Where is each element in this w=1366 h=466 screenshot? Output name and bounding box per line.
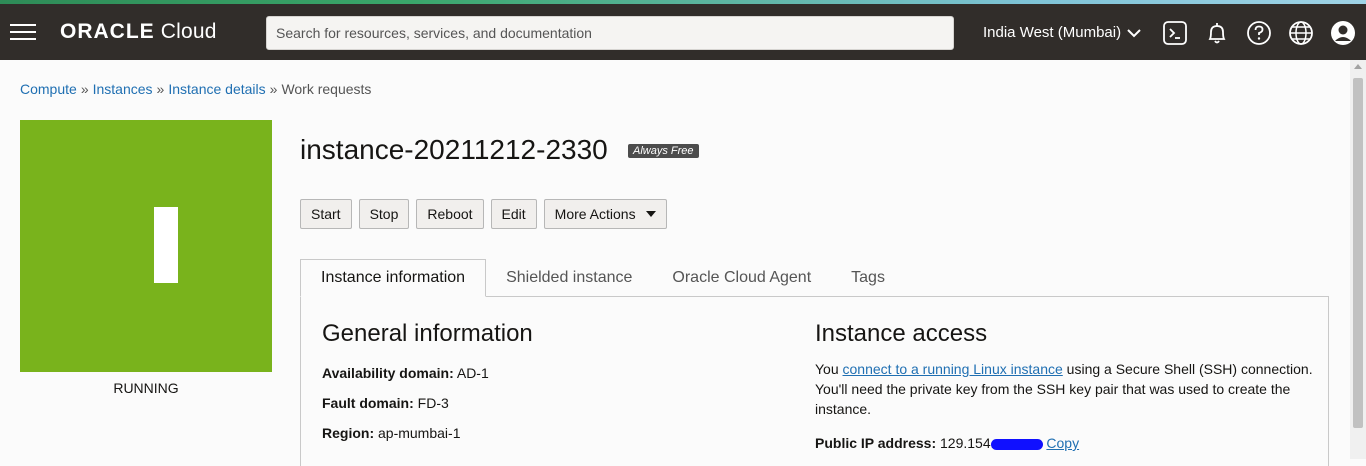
page-title: instance-20211212-2330 [300, 134, 608, 165]
page-scrollbar[interactable] [1350, 60, 1366, 459]
region-field: Region: ap-mumbai-1 [322, 425, 461, 441]
fault-domain-field: Fault domain: FD-3 [322, 395, 449, 411]
oracle-cloud-logo[interactable]: ORACLE Cloud [60, 20, 217, 44]
public-ip-field: Public IP address: 129.154. Copy [815, 435, 1080, 451]
instance-access-heading: Instance access [815, 320, 988, 347]
instance-status-tile [20, 120, 272, 372]
cloud-shell-icon[interactable] [1162, 20, 1188, 46]
more-actions-label: More Actions [554, 206, 636, 222]
more-actions-button[interactable]: More Actions [543, 199, 667, 229]
tab-tags[interactable]: Tags [831, 259, 905, 297]
breadcrumb-link-compute[interactable]: Compute [20, 81, 77, 97]
redaction-mark [990, 438, 1043, 450]
reboot-button[interactable]: Reboot [416, 199, 484, 229]
edit-button[interactable]: Edit [490, 199, 537, 229]
help-icon[interactable] [1246, 20, 1272, 46]
top-navigation-bar: ORACLE Cloud India West (Mumbai) [0, 4, 1366, 60]
stop-button[interactable]: Stop [358, 199, 410, 229]
connect-linux-instance-link[interactable]: connect to a running Linux instance [843, 361, 1063, 377]
public-ip-value: 129.154. [940, 435, 995, 451]
bell-icon[interactable] [1204, 20, 1230, 46]
action-toolbar: Start Stop Reboot Edit More Actions [300, 199, 667, 229]
globe-icon[interactable] [1288, 20, 1314, 46]
copy-ip-link[interactable]: Copy [1046, 435, 1079, 451]
user-icon[interactable] [1330, 20, 1356, 46]
chevron-down-icon [1127, 28, 1141, 37]
breadcrumb-current: Work requests [281, 81, 372, 97]
caret-down-icon [645, 211, 656, 217]
instance-letter-icon [154, 207, 178, 283]
instance-status-label: RUNNING [113, 380, 179, 396]
instance-information-panel: General information Availability domain:… [300, 296, 1329, 466]
tab-shielded-instance[interactable]: Shielded instance [486, 259, 652, 297]
breadcrumb-link-instance-details[interactable]: Instance details [168, 81, 265, 97]
tab-oracle-cloud-agent[interactable]: Oracle Cloud Agent [652, 259, 831, 297]
tab-bar: Instance information Shielded instance O… [300, 259, 905, 297]
menu-icon[interactable] [10, 24, 36, 40]
always-free-badge: Always Free [628, 144, 699, 158]
region-label: India West (Mumbai) [983, 24, 1122, 41]
region-selector[interactable]: India West (Mumbai) [983, 24, 1141, 41]
availability-domain-field: Availability domain: AD-1 [322, 365, 489, 381]
general-information-heading: General information [322, 320, 533, 347]
breadcrumb-link-instances[interactable]: Instances [93, 81, 153, 97]
instance-access-description: You connect to a running Linux instance … [815, 361, 1313, 417]
start-button[interactable]: Start [300, 199, 352, 229]
breadcrumb: Compute» Instances» Instance details» Work … [20, 81, 372, 97]
tab-instance-information[interactable]: Instance information [300, 259, 487, 297]
search-input[interactable] [266, 16, 954, 50]
